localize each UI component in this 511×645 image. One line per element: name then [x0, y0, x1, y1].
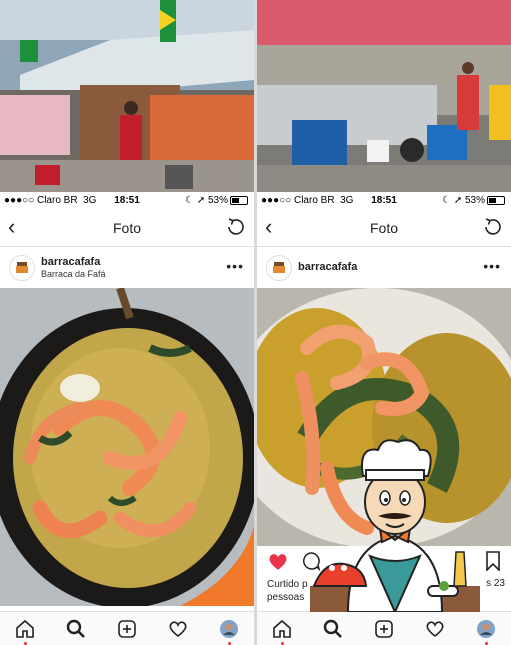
home-icon[interactable] [272, 619, 292, 639]
left-screen: ●●●○○ Claro BR 3G 18:51 ☾ ➚ 53% ‹ Foto b… [0, 0, 254, 645]
profile-avatar-icon[interactable] [476, 619, 496, 639]
username[interactable]: barracafafa [298, 261, 357, 273]
post-header: barracafafa ••• [257, 247, 511, 287]
add-post-icon[interactable] [374, 619, 394, 639]
location[interactable]: Barraca da Fafá [41, 269, 106, 279]
status-bar: ●●●○○ Claro BR 3G 18:51 ☾ ➚ 53% [0, 192, 254, 210]
market-stall-photo [0, 0, 254, 192]
bookmark-icon[interactable] [485, 551, 501, 571]
likes-text[interactable]: Curtido p pessoas [267, 578, 308, 604]
battery-indicator: ☾ ➚ 53% [185, 195, 248, 206]
chef-mascot-illustration [310, 439, 480, 612]
more-options-icon[interactable]: ••• [483, 258, 501, 274]
likes-count: s 23 [486, 578, 505, 589]
battery-indicator: ☾ ➚ 53% [442, 195, 505, 206]
avatar[interactable] [9, 255, 35, 281]
refresh-icon[interactable] [481, 216, 503, 238]
search-icon[interactable] [323, 619, 343, 639]
nav-bar: ‹ Foto [0, 210, 254, 247]
home-icon[interactable] [15, 619, 35, 639]
page-title: Foto [112, 220, 141, 236]
username[interactable]: barracafafa [41, 256, 100, 268]
heart-icon[interactable] [425, 619, 445, 639]
refresh-icon[interactable] [224, 216, 246, 238]
post-image-shrimp-soup [0, 288, 254, 606]
food-cart-photo [257, 0, 511, 192]
heart-icon[interactable] [168, 619, 188, 639]
like-heart-icon[interactable] [267, 551, 289, 571]
tab-bar [0, 611, 254, 645]
nav-bar: ‹ Foto [257, 210, 511, 247]
post-header: barracafafa Barraca da Fafá ••• [0, 247, 254, 287]
search-icon[interactable] [66, 619, 86, 639]
add-post-icon[interactable] [117, 619, 137, 639]
battery-icon [487, 195, 505, 205]
profile-avatar-icon[interactable] [219, 619, 239, 639]
status-bar: ●●●○○ Claro BR 3G 18:51 ☾ ➚ 53% [257, 192, 511, 210]
avatar[interactable] [266, 255, 292, 281]
tab-bar [257, 611, 511, 645]
battery-icon [230, 195, 248, 205]
page-title: Foto [369, 220, 398, 236]
more-options-icon[interactable]: ••• [226, 258, 244, 274]
